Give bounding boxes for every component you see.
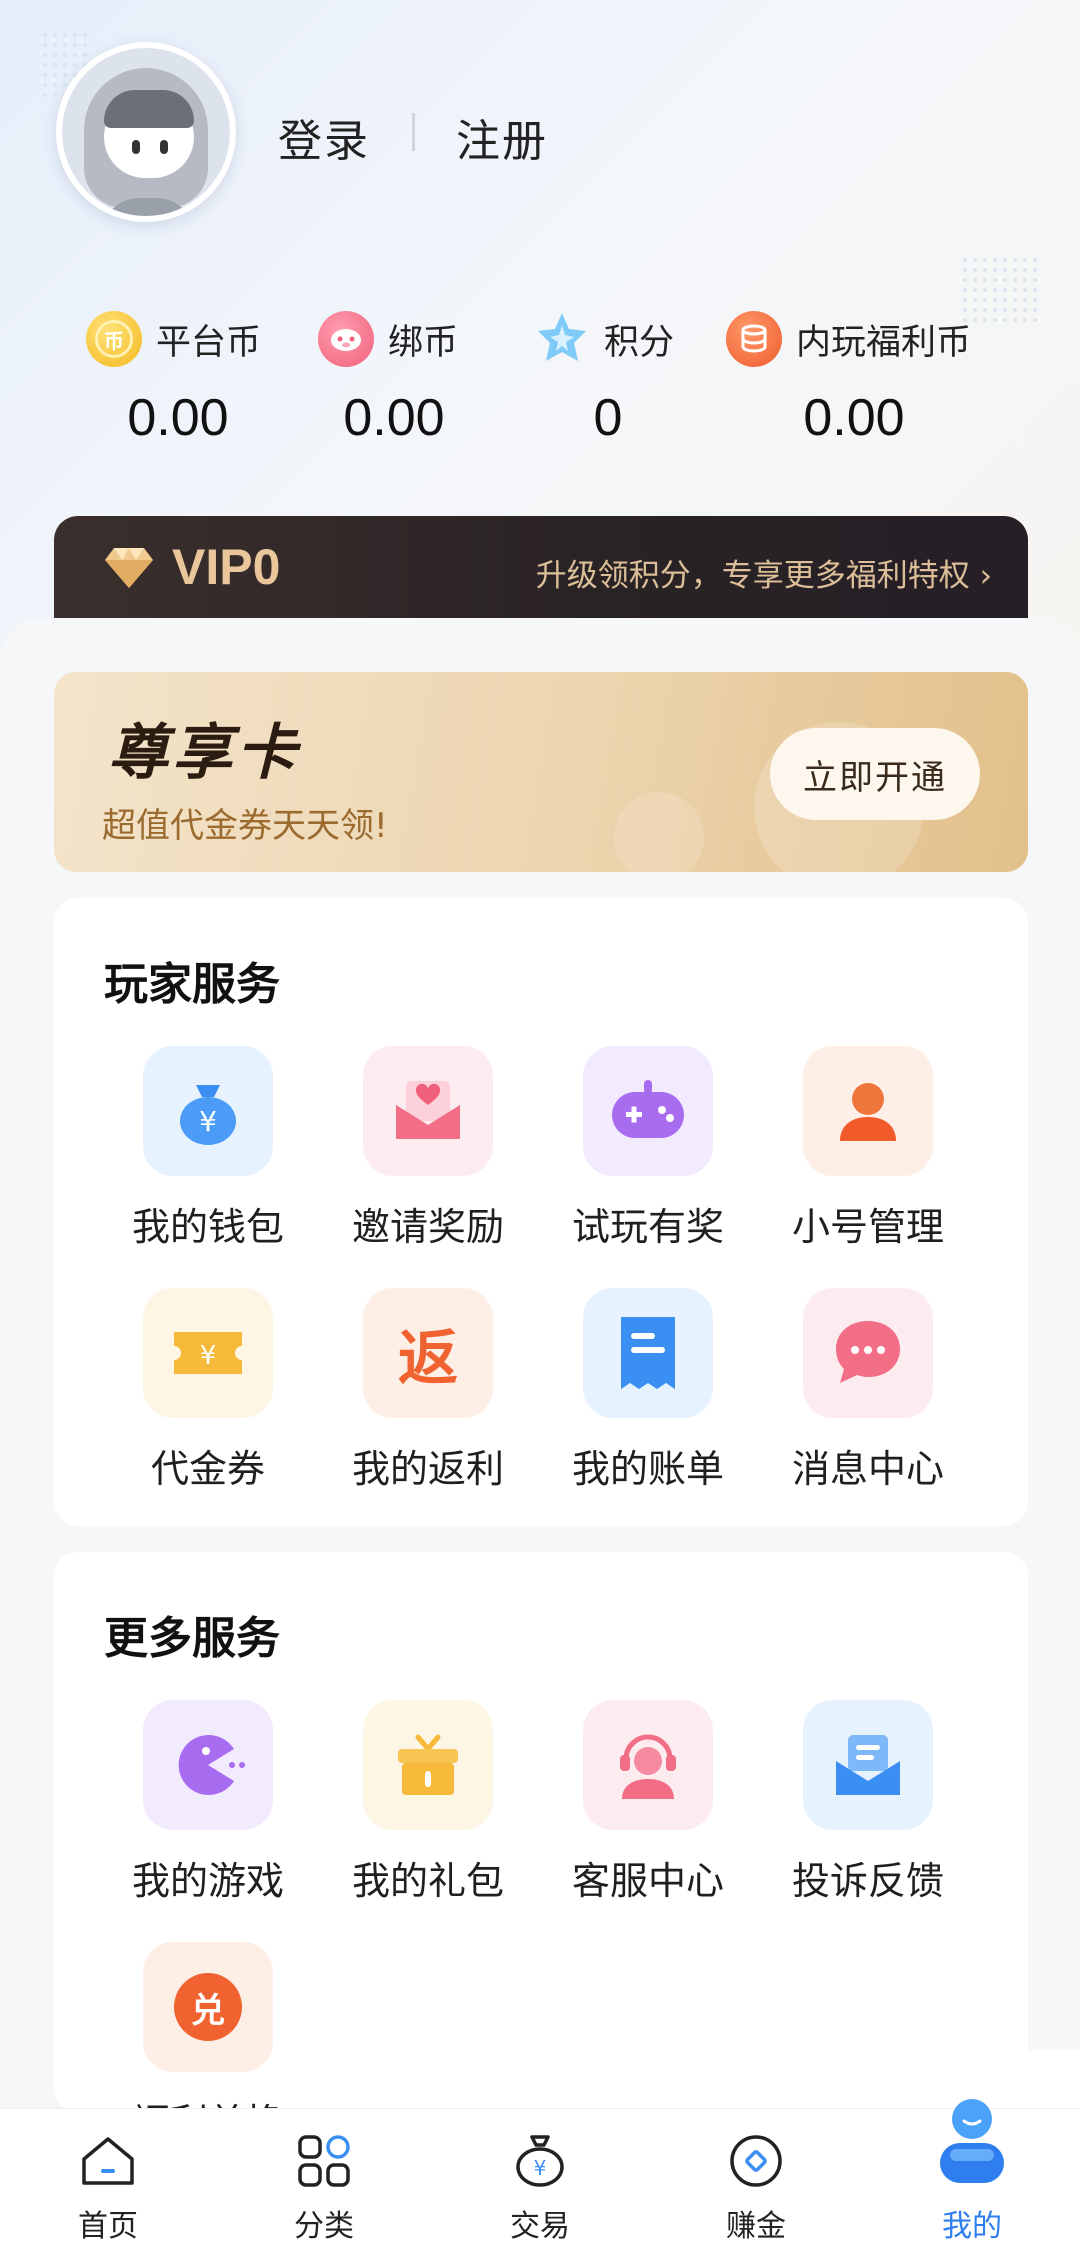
currency-value: 0.00 (803, 389, 905, 447)
decor-dots (960, 255, 1040, 325)
coin-icon: 币 (86, 311, 142, 367)
service-label: 我的游戏 (131, 1859, 284, 1903)
tab-label: 首页 (78, 2209, 138, 2244)
currency-value: 0.00 (343, 389, 445, 447)
service-invite[interactable]: 邀请奖励 (318, 1046, 538, 1251)
service-label: 小号管理 (791, 1205, 944, 1249)
service-bill[interactable]: 我的账单 (538, 1288, 758, 1493)
service-feedback[interactable]: 投诉反馈 (758, 1700, 978, 1905)
section-title: 更多服务 (104, 1613, 280, 1664)
premium-card-title: 尊享卡 (108, 718, 300, 788)
service-label: 投诉反馈 (791, 1859, 944, 1903)
svg-text:¥: ¥ (200, 1341, 217, 1371)
service-label: 我的礼包 (351, 1859, 504, 1903)
premium-card-subtitle: 超值代金券天天领! (102, 806, 388, 846)
coin-stack-icon (726, 311, 782, 367)
currency-bound-coin[interactable]: 绑币 (318, 311, 459, 367)
exchange-icon: 兑 (143, 1942, 273, 2072)
currency-welfare-coin[interactable]: 内玩福利币 (726, 311, 972, 367)
tab-profile[interactable]: 我的 (864, 2099, 1080, 2252)
service-label: 客服中心 (571, 1859, 724, 1903)
pig-coin-icon (318, 311, 374, 367)
bill-icon (583, 1288, 713, 1418)
service-label: 我的返利 (351, 1447, 504, 1491)
voucher-icon: ¥ (143, 1288, 273, 1418)
service-trial-reward[interactable]: 试玩有奖 (538, 1046, 758, 1251)
service-messages[interactable]: 消息中心 (758, 1288, 978, 1493)
service-wallet[interactable]: ¥ 我的钱包 (98, 1046, 318, 1251)
svg-text:¥: ¥ (534, 2156, 547, 2180)
sparkle-star-icon (534, 311, 590, 367)
gamepad-icon (583, 1046, 713, 1176)
earn-coin-icon (730, 2135, 782, 2187)
tab-label: 分类 (294, 2209, 354, 2244)
message-bubble-icon (803, 1288, 933, 1418)
profile-icon (940, 2099, 1004, 2183)
tab-label: 赚金 (726, 2209, 786, 2244)
service-voucher[interactable]: ¥ 代金券 (98, 1288, 318, 1493)
category-grid-icon (298, 2135, 350, 2187)
svg-text:¥: ¥ (199, 1105, 217, 1138)
currency-label: 积分 (604, 322, 675, 363)
tab-label: 交易 (510, 2209, 570, 2244)
service-label: 消息中心 (791, 1447, 944, 1491)
service-label: 代金券 (150, 1447, 265, 1491)
service-my-games[interactable]: 我的游戏 (98, 1700, 318, 1905)
vip-promo-link[interactable]: 升级领积分，专享更多福利特权 › (536, 550, 992, 595)
divider (412, 113, 415, 151)
tab-label: 我的 (942, 2209, 1002, 2244)
tab-home[interactable]: 首页 (0, 2109, 216, 2252)
home-icon (82, 2137, 134, 2185)
rebate-icon: 返 (363, 1288, 493, 1418)
service-customer-service[interactable]: 客服中心 (538, 1700, 758, 1905)
diamond-icon (105, 548, 153, 588)
pacman-game-icon (143, 1700, 273, 1830)
gift-box-icon (363, 1700, 493, 1830)
feedback-mail-icon (803, 1700, 933, 1830)
service-my-gifts[interactable]: 我的礼包 (318, 1700, 538, 1905)
player-services-card: 玩家服务 ¥ 我的钱包 邀请奖励 试玩有奖 小号管理 ¥ 代金券 返 我的返利 (54, 898, 1028, 1526)
section-title: 玩家服务 (104, 959, 280, 1010)
register-link[interactable]: 注册 (456, 105, 548, 169)
currency-points[interactable]: 积分 (534, 312, 674, 366)
currency-value: 0 (593, 389, 623, 447)
currency-platform-coin[interactable]: 币 平台币 (86, 311, 262, 367)
premium-card-banner[interactable]: 尊享卡 超值代金券天天领! 立即开通 (54, 672, 1028, 872)
service-label: 试玩有奖 (571, 1205, 724, 1249)
service-label: 我的账单 (571, 1447, 724, 1491)
vip-level: VIP0 (172, 539, 281, 595)
currency-value: 0.00 (127, 389, 229, 447)
money-bag-icon: ¥ (143, 1046, 273, 1176)
tab-trade[interactable]: ¥ 交易 (432, 2109, 648, 2252)
service-label: 我的钱包 (131, 1205, 284, 1249)
trade-bag-icon: ¥ (516, 2135, 564, 2187)
service-label: 邀请奖励 (351, 1205, 504, 1249)
user-manage-icon (803, 1046, 933, 1176)
tab-category[interactable]: 分类 (216, 2109, 432, 2252)
service-alt-accounts[interactable]: 小号管理 (758, 1046, 978, 1251)
customer-service-icon (583, 1700, 713, 1830)
login-link[interactable]: 登录 (278, 105, 370, 169)
bottom-tab-bar: 首页 分类 ¥ 交易 赚金 我的 (0, 2099, 1080, 2252)
activate-button[interactable]: 立即开通 (770, 728, 980, 820)
service-rebate[interactable]: 返 我的返利 (318, 1288, 538, 1493)
avatar[interactable] (56, 42, 236, 222)
tab-earn[interactable]: 赚金 (648, 2109, 864, 2252)
currency-label: 内玩福利币 (796, 322, 972, 363)
currency-label: 平台币 (156, 322, 262, 363)
more-services-card: 更多服务 我的游戏 我的礼包 客服中心 投诉反馈 兑 福利兑换 (54, 1552, 1028, 2145)
currency-label: 绑币 (388, 322, 459, 363)
invite-envelope-icon (363, 1046, 493, 1176)
